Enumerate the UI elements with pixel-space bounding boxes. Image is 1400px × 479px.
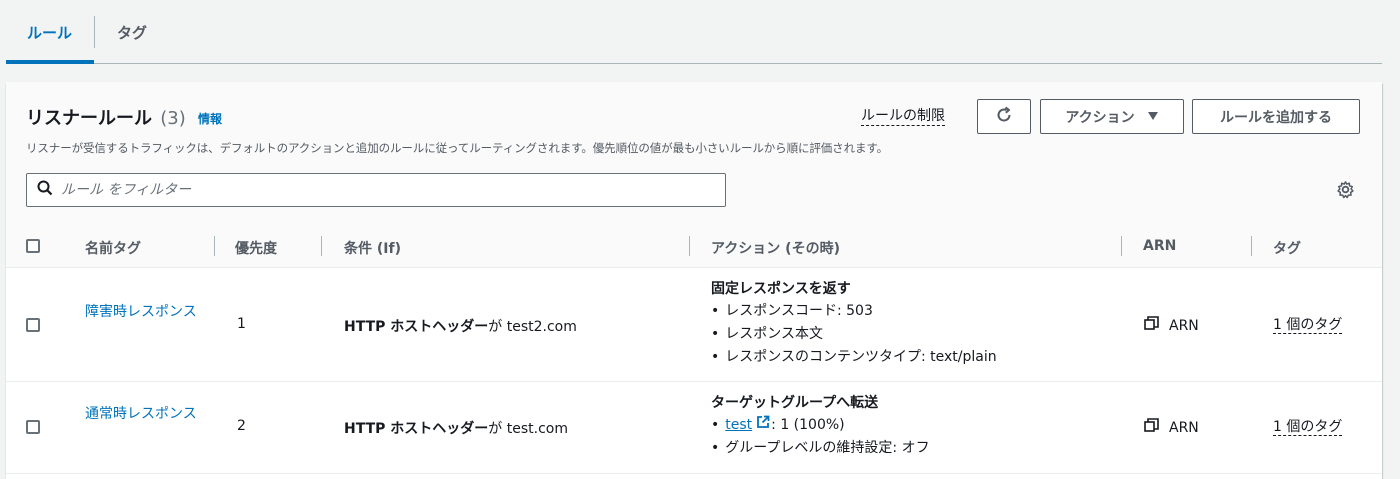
tab-bar: ルール タグ	[0, 0, 1382, 64]
info-link[interactable]: 情報	[198, 110, 222, 127]
arn-label: ARN	[1169, 419, 1199, 436]
copy-icon	[1144, 418, 1159, 437]
tab-rules[interactable]: ルール	[27, 22, 72, 43]
select-all-checkbox[interactable]	[26, 239, 40, 253]
panel-title-text: リスナールール	[26, 108, 152, 129]
column-divider[interactable]	[689, 236, 690, 256]
tags-link[interactable]: 1 個のタグ	[1273, 317, 1343, 334]
listener-rules-panel: リスナールール (3) 情報 リスナーが受信するトラフィックは、デフォルトのアク…	[6, 82, 1382, 479]
rule-action: 固定レスポンスを返す レスポンスコード: 503 レスポンス本文 レスポンスのコ…	[711, 278, 997, 369]
target-weight: : 1 (100%)	[771, 417, 845, 433]
rule-filter-input[interactable]	[61, 182, 701, 198]
action-detail: レスポンス本文	[711, 323, 997, 346]
action-detail: グループレベルの維持設定: オフ	[711, 437, 929, 460]
caret-down-icon	[1147, 109, 1159, 125]
arn-copy[interactable]: ARN	[1144, 418, 1199, 437]
tab-tags[interactable]: タグ	[117, 22, 147, 43]
column-header-arn[interactable]: ARN	[1143, 238, 1176, 254]
column-divider[interactable]	[1121, 236, 1122, 256]
action-title: ターゲットグループへ転送	[711, 395, 879, 411]
panel-title: リスナールール (3)	[26, 104, 186, 130]
refresh-icon	[995, 106, 1013, 128]
column-header-priority[interactable]: 優先度	[235, 238, 277, 258]
add-rule-button[interactable]: ルールを追加する	[1192, 99, 1360, 134]
external-link-icon[interactable]	[756, 415, 770, 433]
condition-type: HTTP ホストヘッダー	[344, 319, 489, 335]
search-icon	[37, 180, 53, 200]
actions-dropdown-button[interactable]: アクション	[1040, 99, 1184, 134]
row-checkbox[interactable]	[26, 318, 40, 332]
action-detail: test : 1 (100%)	[711, 414, 930, 437]
action-detail: レスポンスコード: 503	[711, 300, 997, 323]
arn-copy[interactable]: ARN	[1144, 316, 1199, 335]
rule-priority: 2	[237, 418, 246, 434]
column-divider[interactable]	[214, 236, 215, 256]
rule-count: (3)	[160, 108, 186, 129]
rule-name-link[interactable]: 障害時レスポンス	[85, 300, 205, 324]
table-row: 障害時レスポンス 1 HTTP ホストヘッダーが test2.com 固定レスポ…	[6, 268, 1382, 382]
rule-name-link[interactable]: 通常時レスポンス	[85, 402, 205, 426]
column-divider[interactable]	[1251, 236, 1252, 256]
condition-value: が test2.com	[488, 319, 577, 335]
copy-icon	[1144, 316, 1159, 335]
column-header-name[interactable]: 名前タグ	[85, 238, 141, 258]
action-detail: レスポンスのコンテンツタイプ: text/plain	[711, 346, 996, 369]
column-header-condition[interactable]: 条件 (If)	[344, 238, 401, 258]
active-tab-indicator	[6, 60, 94, 64]
rule-condition: HTTP ホストヘッダーが test2.com	[344, 316, 577, 336]
tab-divider	[94, 16, 95, 48]
column-divider[interactable]	[321, 236, 322, 256]
arn-label: ARN	[1169, 317, 1199, 334]
table-row: 通常時レスポンス 2 HTTP ホストヘッダーが test.com ターゲットグ…	[6, 382, 1382, 474]
gear-icon[interactable]	[1336, 180, 1355, 203]
filter-box	[26, 173, 726, 207]
tags-link[interactable]: 1 個のタグ	[1273, 419, 1343, 436]
condition-type: HTTP ホストヘッダー	[344, 421, 489, 437]
column-header-action[interactable]: アクション (その時)	[711, 238, 840, 258]
table-header: 名前タグ 優先度 条件 (If) アクション (その時) ARN タグ	[6, 224, 1382, 268]
column-header-tags[interactable]: タグ	[1273, 238, 1301, 258]
refresh-button[interactable]	[977, 99, 1031, 134]
panel-header: リスナールール (3) 情報 リスナーが受信するトラフィックは、デフォルトのアク…	[6, 82, 1382, 268]
rule-priority: 1	[237, 316, 246, 332]
action-title: 固定レスポンスを返す	[711, 281, 851, 297]
tags-cell: 1 個のタグ	[1273, 418, 1343, 436]
rule-limits-link[interactable]: ルールの制限	[861, 107, 945, 126]
actions-label: アクション	[1065, 109, 1135, 126]
tags-cell: 1 個のタグ	[1273, 316, 1343, 334]
rule-action: ターゲットグループへ転送 test : 1 (100%) グループレベルの維持設定…	[711, 392, 930, 460]
panel-description: リスナーが受信するトラフィックは、デフォルトのアクションと追加のルールに従ってル…	[26, 141, 889, 155]
condition-value: が test.com	[488, 421, 568, 437]
tab-underline	[6, 63, 1382, 64]
target-group-link[interactable]: test	[725, 417, 752, 433]
rule-condition: HTTP ホストヘッダーが test.com	[344, 418, 568, 438]
row-checkbox[interactable]	[26, 420, 40, 434]
